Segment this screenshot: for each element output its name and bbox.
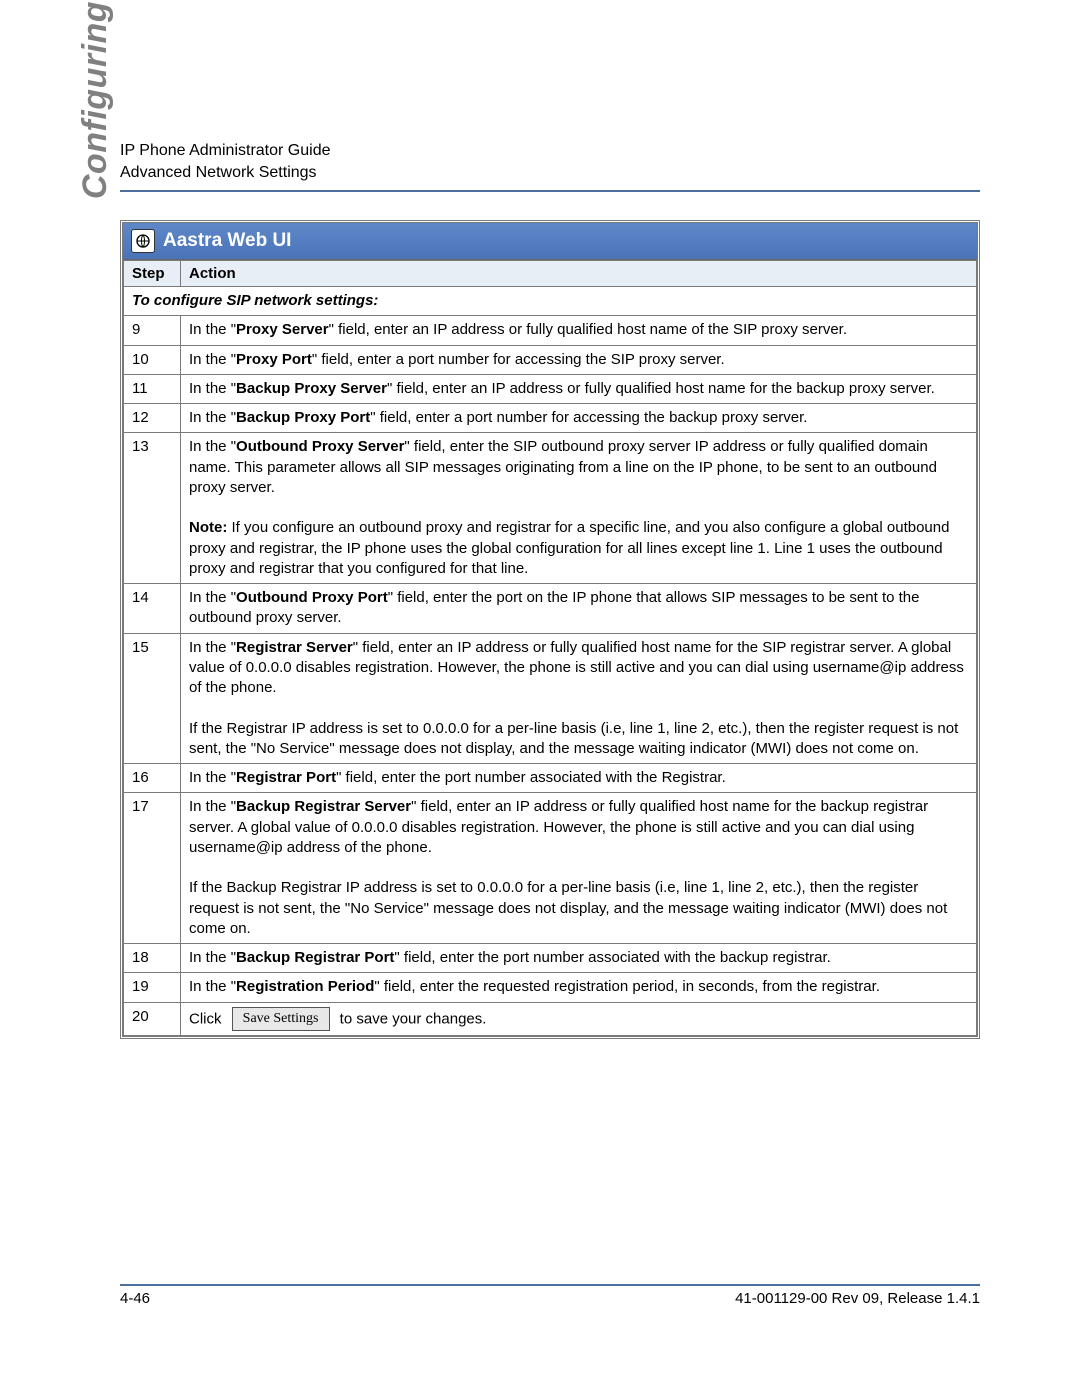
table-row: 11In the "Backup Proxy Server" field, en… [124, 374, 977, 403]
step-number: 13 [124, 433, 181, 584]
step-number: 9 [124, 316, 181, 345]
table-row: 10In the "Proxy Port" field, enter a por… [124, 345, 977, 374]
step-action: In the "Proxy Server" field, enter an IP… [181, 316, 977, 345]
step-action: In the "Backup Registrar Server" field, … [181, 793, 977, 944]
steps-table: Step Action To configure SIP network set… [123, 260, 977, 1036]
doc-revision: 41-001129-00 Rev 09, Release 1.4.1 [735, 1290, 980, 1307]
title-bar-text: Aastra Web UI [163, 230, 291, 252]
globe-icon [131, 229, 155, 253]
table-row: 16In the "Registrar Port" field, enter t… [124, 764, 977, 793]
side-chapter-label: Configuring the IP Phones [76, 0, 116, 220]
doc-title: IP Phone Administrator Guide [120, 140, 980, 162]
step-action: In the "Backup Proxy Server" field, ente… [181, 374, 977, 403]
table-row: 20Click Save Settings to save your chang… [124, 1002, 977, 1036]
procedure-box: Aastra Web UI Step Action To configure S… [120, 220, 980, 1039]
table-row: 18In the "Backup Registrar Port" field, … [124, 944, 977, 973]
step-number: 15 [124, 633, 181, 764]
step-number: 12 [124, 404, 181, 433]
table-row: 9In the "Proxy Server" field, enter an I… [124, 316, 977, 345]
step-action: In the "Registration Period" field, ente… [181, 973, 977, 1002]
table-row: 19In the "Registration Period" field, en… [124, 973, 977, 1002]
footer: 4-46 41-001129-00 Rev 09, Release 1.4.1 [120, 1277, 980, 1308]
footer-divider [120, 1284, 980, 1286]
title-bar: Aastra Web UI [123, 223, 977, 260]
table-row: 17In the "Backup Registrar Server" field… [124, 793, 977, 944]
col-action: Action [181, 261, 977, 287]
step-number: 11 [124, 374, 181, 403]
header: IP Phone Administrator Guide Advanced Ne… [120, 140, 980, 184]
table-row: 14In the "Outbound Proxy Port" field, en… [124, 584, 977, 634]
step-action: In the "Registrar Port" field, enter the… [181, 764, 977, 793]
page-number: 4-46 [120, 1290, 150, 1307]
table-subheading: To configure SIP network settings: [124, 287, 977, 316]
header-divider [120, 190, 980, 192]
table-row: 13In the "Outbound Proxy Server" field, … [124, 433, 977, 584]
save-settings-button[interactable]: Save Settings [232, 1007, 330, 1032]
step-action: In the "Outbound Proxy Server" field, en… [181, 433, 977, 584]
step-number: 17 [124, 793, 181, 944]
step-number: 20 [124, 1002, 181, 1036]
step-action: In the "Backup Proxy Port" field, enter … [181, 404, 977, 433]
doc-subtitle: Advanced Network Settings [120, 162, 980, 184]
table-row: 15In the "Registrar Server" field, enter… [124, 633, 977, 764]
step-action: Click Save Settings to save your changes… [181, 1002, 977, 1036]
step-number: 19 [124, 973, 181, 1002]
step-action: In the "Proxy Port" field, enter a port … [181, 345, 977, 374]
step-action: In the "Registrar Server" field, enter a… [181, 633, 977, 764]
step-action: In the "Outbound Proxy Port" field, ente… [181, 584, 977, 634]
step-number: 16 [124, 764, 181, 793]
step-number: 10 [124, 345, 181, 374]
step-action: In the "Backup Registrar Port" field, en… [181, 944, 977, 973]
col-step: Step [124, 261, 181, 287]
table-row: 12In the "Backup Proxy Port" field, ente… [124, 404, 977, 433]
step-number: 14 [124, 584, 181, 634]
step-number: 18 [124, 944, 181, 973]
